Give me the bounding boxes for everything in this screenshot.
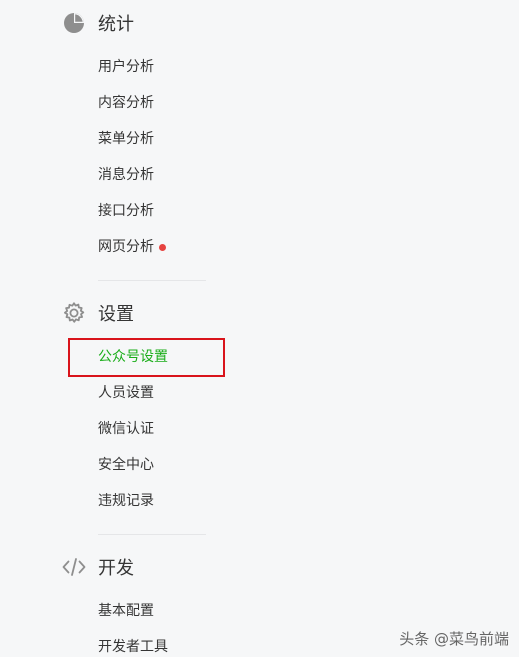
sidebar-item-security-center[interactable]: 安全中心 [98, 455, 154, 475]
sidebar-item-label: 菜单分析 [98, 131, 154, 147]
section-title-development: 开发 [98, 558, 134, 579]
sidebar-item-label: 用户分析 [98, 59, 154, 75]
notification-dot [159, 243, 166, 251]
sidebar-item-user-analysis[interactable]: 用户分析 [98, 57, 154, 77]
sidebar-item-label: 内容分析 [98, 95, 154, 111]
sidebar-item-label: 微信认证 [98, 421, 154, 437]
section-divider [98, 534, 206, 535]
sidebar-item-api-analysis[interactable]: 接口分析 [98, 201, 154, 221]
sidebar-item-webpage-analysis[interactable]: 网页分析 [98, 237, 166, 257]
gear-icon [62, 301, 86, 325]
sidebar-item-wechat-verification[interactable]: 微信认证 [98, 419, 154, 439]
section-header-settings: 设置 [62, 300, 134, 326]
sidebar-item-basic-config[interactable]: 基本配置 [98, 601, 154, 621]
highlight-annotation-box [68, 338, 225, 377]
sidebar-item-content-analysis[interactable]: 内容分析 [98, 93, 154, 113]
section-header-statistics: 统计 [62, 10, 134, 36]
code-icon [62, 555, 86, 579]
sidebar-item-developer-tools[interactable]: 开发者工具 [98, 637, 168, 657]
sidebar-item-message-analysis[interactable]: 消息分析 [98, 165, 154, 185]
sidebar-item-label: 违规记录 [98, 493, 154, 509]
sidebar-item-staff-settings[interactable]: 人员设置 [98, 383, 154, 403]
section-title-settings: 设置 [98, 304, 134, 325]
sidebar-item-label: 开发者工具 [98, 639, 168, 655]
sidebar-item-label: 基本配置 [98, 603, 154, 619]
sidebar-item-label: 接口分析 [98, 203, 154, 219]
pie-chart-icon [62, 11, 86, 35]
sidebar-item-label: 人员设置 [98, 385, 154, 401]
sidebar-item-menu-analysis[interactable]: 菜单分析 [98, 129, 154, 149]
watermark: 头条 @菜鸟前端 [399, 630, 509, 648]
section-divider [98, 280, 206, 281]
section-title-statistics: 统计 [98, 14, 134, 35]
sidebar-item-violation-records[interactable]: 违规记录 [98, 491, 154, 511]
sidebar-item-label: 安全中心 [98, 457, 154, 473]
section-header-development: 开发 [62, 554, 134, 580]
sidebar-item-label: 网页分析 [98, 239, 154, 255]
sidebar-item-label: 消息分析 [98, 167, 154, 183]
